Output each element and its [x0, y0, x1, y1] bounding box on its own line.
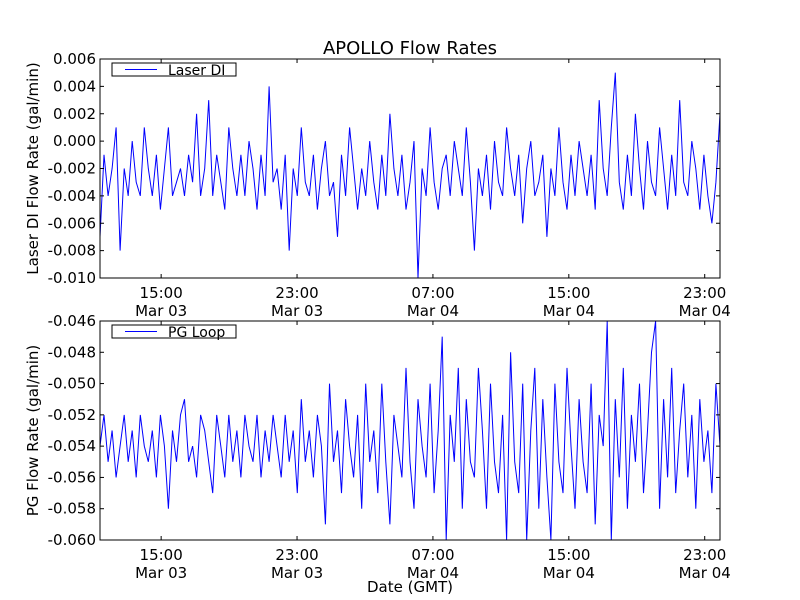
x-tick-label-date: Mar 03: [271, 564, 323, 582]
legend: PG Loop: [111, 324, 237, 341]
x-tick-label-date: Mar 04: [407, 302, 459, 320]
x-tick-label-date: Mar 04: [679, 564, 731, 582]
y-tick-label: -0.002: [48, 160, 96, 178]
laser-di-axes: 0.006 0.004 0.002 0.000 -0.002 -0.004 -0.006 -0…: [24, 50, 731, 320]
x-tick-label-date: Mar 04: [679, 302, 731, 320]
x-axis-label: Date (GMT): [367, 578, 453, 596]
y-tick-label: -0.060: [48, 531, 96, 549]
x-tick-label-date: Mar 03: [271, 302, 323, 320]
pg-loop-axes: -0.046 -0.048 -0.050 -0.052 -0.054 -0.056 -0.0…: [24, 312, 731, 582]
x-tick-label-time: 15:00: [547, 546, 590, 564]
x-tick-label-date: Mar 04: [543, 302, 595, 320]
x-tick-label-time: 07:00: [411, 546, 454, 564]
legend: Laser DI: [111, 62, 237, 79]
y-tick-label: -0.004: [48, 187, 96, 205]
y-axis-label: Laser DI Flow Rate (gal/min): [24, 62, 42, 274]
series-line-pg-loop: [100, 321, 720, 540]
x-tick-label-date: Mar 03: [135, 564, 187, 582]
x-tick-label-time: 15:00: [140, 284, 183, 302]
legend-label: Laser DI: [168, 63, 225, 79]
x-tick-label-time: 23:00: [683, 546, 726, 564]
y-tick-label: 0.004: [53, 77, 96, 95]
y-axis-label: PG Flow Rate (gal/min): [24, 345, 42, 517]
y-tick-label: -0.050: [48, 375, 96, 393]
x-tick-label-time: 15:00: [140, 546, 183, 564]
legend-label: PG Loop: [168, 325, 225, 341]
x-tick-label-date: Mar 03: [135, 302, 187, 320]
y-tick-label: -0.048: [48, 343, 96, 361]
x-tick-label-date: Mar 04: [543, 564, 595, 582]
apollo-flow-rates-figure: APOLLO Flow Rates 0.006 0.004 0.002 0.000 -0…: [24, 38, 731, 596]
y-tick-label: -0.056: [48, 468, 96, 486]
x-tick-label-time: 23:00: [275, 284, 318, 302]
series-line-laser-di: [100, 72, 720, 278]
x-tick-label-time: 23:00: [683, 284, 726, 302]
x-tick-label-time: 07:00: [411, 284, 454, 302]
y-tick-label: 0.002: [53, 105, 96, 123]
y-tick-label: -0.006: [48, 214, 96, 232]
x-tick-label-time: 15:00: [547, 284, 590, 302]
y-tick-label: -0.008: [48, 242, 96, 260]
y-tick-label: 0.006: [53, 50, 96, 68]
chart-title: APOLLO Flow Rates: [323, 38, 497, 59]
y-tick-label: -0.058: [48, 500, 96, 518]
x-tick-label-time: 23:00: [275, 546, 318, 564]
y-tick-label: -0.010: [48, 269, 96, 287]
y-tick-label: -0.046: [48, 312, 96, 330]
y-tick-label: -0.052: [48, 406, 96, 424]
y-tick-label: -0.054: [48, 437, 96, 455]
y-tick-label: 0.000: [53, 132, 96, 150]
